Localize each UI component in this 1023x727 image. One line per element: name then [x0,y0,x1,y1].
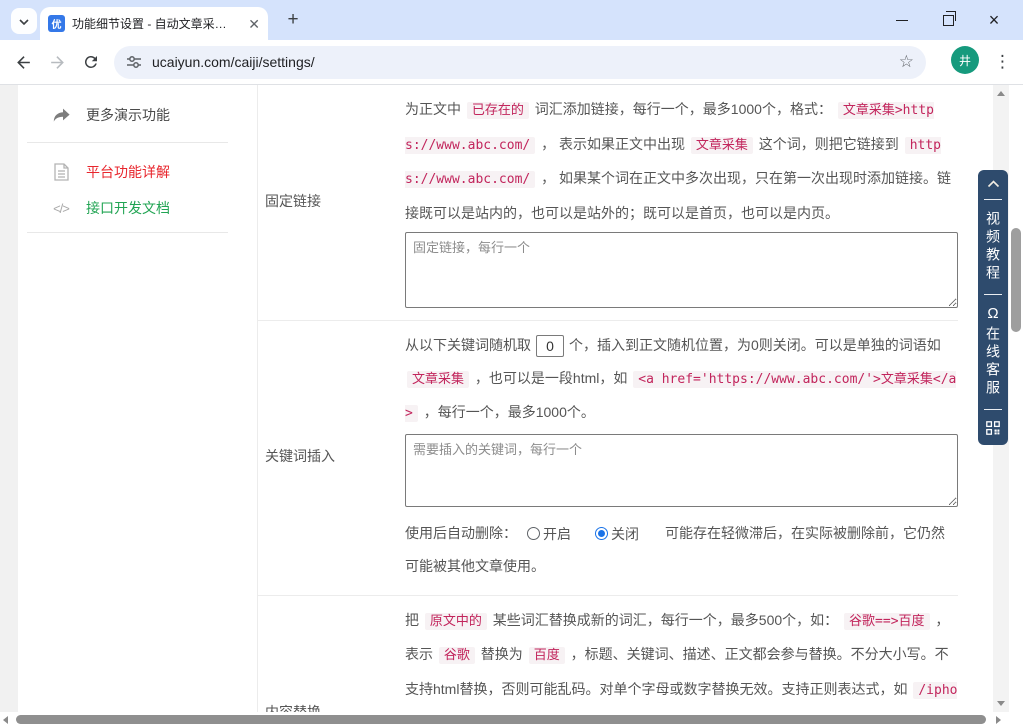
code-snippet: 文章采集 [407,370,470,388]
form-row-description: 从以下关键词随机取个，插入到正文随机位置，为0则关闭。可以是单独的词语如 文章采… [405,329,958,431]
restore-icon [942,10,956,26]
forward-icon [50,55,64,69]
browser-window: 优 功能细节设置 - 自动文章采集器 ✕ + × ucaiyun.com/cai… [0,0,1023,727]
minimize-icon [896,19,908,21]
qrcode-icon[interactable] [986,421,1000,435]
code-snippet: 已存在的 [466,102,529,119]
window-scrollbar-thumb[interactable] [1011,228,1021,332]
back-to-top-button[interactable] [987,180,1000,188]
scroll-down-arrow[interactable] [997,701,1005,706]
page-content: 更多演示功能 平台功能详解 </> 接口开发文档 固定链接 为正文中 已存在的 词汇添加… [0,85,1023,727]
bookmark-star-icon[interactable]: ☆ [899,52,914,72]
back-icon [16,55,30,69]
restore-button[interactable] [925,0,971,40]
form-row-description: 为正文中 已存在的 词汇添加链接，每行一个，最多1000个，格式： 文章采集>h… [405,101,952,221]
关键词插入-textarea[interactable] [405,433,958,507]
radio-label: 开启 [543,525,571,542]
minimize-button[interactable] [879,0,925,40]
form-row-label: 内容替换 [265,703,321,712]
document-icon [51,163,71,181]
form-row-1: 固定链接 为正文中 已存在的 词汇添加链接，每行一个，最多1000个，格式： 文章… [258,85,958,321]
profile-avatar[interactable]: 井 [951,46,979,74]
code-snippet: 谷歌 [438,647,475,665]
sidebar-item-label: 接口开发文档 [86,200,170,216]
url-text[interactable]: ucaiyun.com/caiji/settings/ [152,54,315,70]
online-support-link[interactable]: 在线客服 [985,326,1001,398]
sidebar-divider [27,142,228,143]
auto-delete-options: 使用后自动删除： 开启 关闭 可能存在轻微滞后，在实际被删除前，它仍然可能被其他文章使… [405,517,958,583]
back-button[interactable] [6,45,40,79]
new-tab-button[interactable]: + [282,9,304,31]
site-favicon: 优 [48,15,65,32]
code-snippet: /iphone\d+s?/i==>HUAWEI Mate 60 [405,681,958,712]
chevron-down-icon [19,12,29,30]
panel-divider [984,199,1002,200]
chevron-up-icon [987,180,999,188]
auto-delete-prefix: 使用后自动删除： [405,524,517,541]
browser-tab[interactable]: 优 功能细节设置 - 自动文章采集器 ✕ [40,7,268,40]
reload-icon [84,55,97,68]
page-left-gutter [0,85,18,712]
panel-divider [984,294,1002,295]
share-arrow-icon [51,107,71,123]
radio-checked-icon[interactable] [595,527,608,541]
scroll-right-arrow[interactable] [996,716,1001,724]
form-row-label: 固定链接 [265,192,321,209]
radio-关闭[interactable]: 关闭 [595,518,639,551]
code-snippet: 百度 [528,647,565,665]
video-tutorial-link[interactable]: 视频教程 [985,211,1001,283]
radio-label: 关闭 [611,525,639,542]
sidebar-item-label: 更多演示功能 [86,107,170,123]
reload-button[interactable] [74,45,108,79]
code-snippet: 谷歌==>百度 [844,612,930,630]
settings-form: 固定链接 为正文中 已存在的 词汇添加链接，每行一个，最多1000个，格式： 文章… [258,85,958,712]
close-icon: × [988,10,1000,30]
panel-divider [984,409,1002,410]
sidebar-item-2[interactable]: 平台功能详解 [51,158,170,186]
scroll-left-arrow[interactable] [3,716,8,724]
scroll-up-arrow[interactable] [997,91,1005,96]
form-row-description: 把 原文中的 某些词汇替换成新的词汇，每行一个，最多500个，如： 谷歌==>百… [405,604,958,712]
sidebar-item-label: 平台功能详解 [86,164,170,180]
sidebar-divider [27,232,228,233]
form-row-2: 关键词插入 从以下关键词随机取个，插入到正文随机位置，为0则关闭。可以是单独的词语… [258,321,958,596]
radio-unchecked-icon[interactable] [527,527,540,541]
window-controls: × [879,0,1017,40]
code-icon: </> [53,200,70,216]
form-row-content: 为正文中 已存在的 词汇添加链接，每行一个，最多1000个，格式： 文章采集>h… [405,93,958,308]
floating-helper-panel: 视频教程 Ω 在线客服 [978,170,1008,445]
code-snippet: <a href='https://www.abc.com/'>文章采集</a> [405,370,957,422]
browser-toolbar: ucaiyun.com/caiji/settings/ ☆ 井 ⋮ [0,40,1023,85]
window-scrollbar[interactable] [1009,85,1023,727]
browser-menu-icon[interactable]: ⋮ [994,52,1011,72]
code-snippet: 文章采集 [690,136,753,154]
code-snippet: 原文中的 [424,612,487,630]
radio-开启[interactable]: 开启 [527,518,571,551]
address-bar[interactable]: ucaiyun.com/caiji/settings/ ☆ [114,45,926,79]
site-settings-icon[interactable] [126,54,142,70]
horizontal-scrollbar[interactable] [0,712,1009,727]
forward-button[interactable] [40,45,74,79]
固定链接-textarea[interactable] [405,232,958,308]
tab-title: 功能细节设置 - 自动文章采集器 [72,17,232,31]
sidebar-item-3[interactable]: </> 接口开发文档 [51,194,170,222]
sidebar-item-1[interactable]: 更多演示功能 [51,101,170,129]
keyword-count-input[interactable] [536,335,564,358]
close-button[interactable]: × [971,0,1017,40]
horizontal-scrollbar-thumb[interactable] [16,715,986,724]
tab-close-icon[interactable]: ✕ [248,17,260,31]
tab-search-button[interactable] [11,8,37,34]
bell-icon: Ω [987,305,999,322]
titlebar: 优 功能细节设置 - 自动文章采集器 ✕ + × [0,0,1023,40]
form-row-label: 关键词插入 [265,447,335,464]
sidebar: 更多演示功能 平台功能详解 </> 接口开发文档 [18,85,258,712]
form-row-3: 内容替换 把 原文中的 某些词汇替换成新的词汇，每行一个，最多500个，如： 谷歌… [258,596,958,712]
form-row-content: 把 原文中的 某些词汇替换成新的词汇，每行一个，最多500个，如： 谷歌==>百… [405,604,958,712]
form-row-content: 从以下关键词随机取个，插入到正文随机位置，为0则关闭。可以是单独的词语如 文章采… [405,329,958,583]
